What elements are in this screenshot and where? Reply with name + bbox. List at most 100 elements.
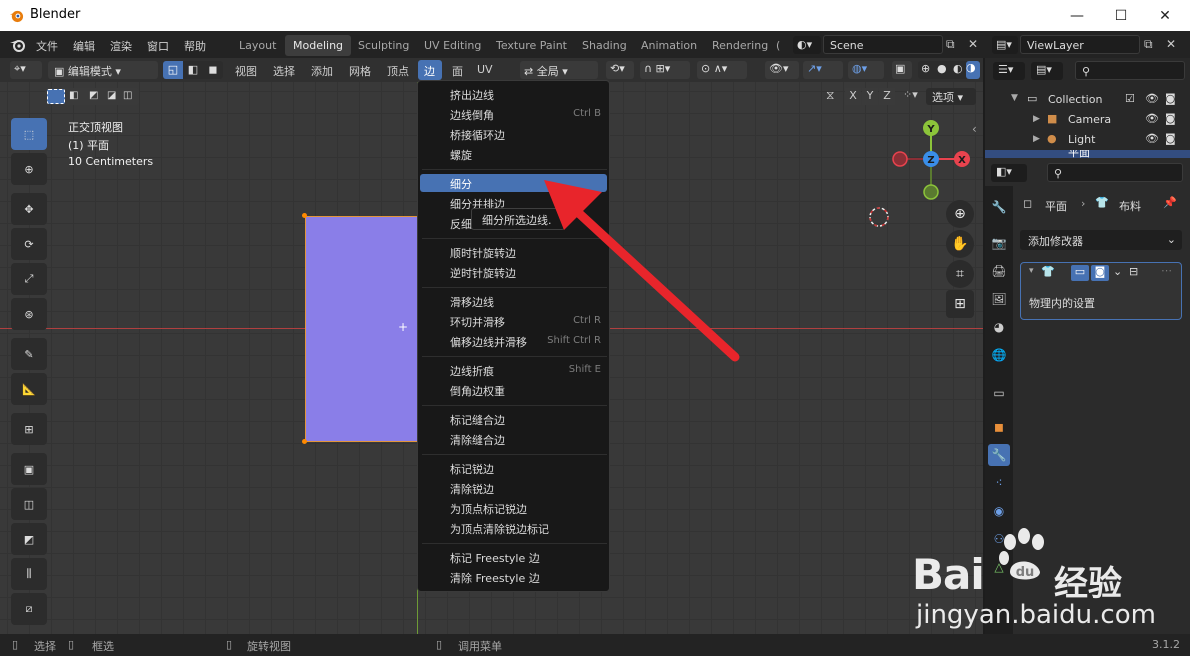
expand-camera-icon[interactable]: ▶ <box>1033 114 1040 124</box>
menu-help[interactable]: 帮助 <box>184 38 206 54</box>
transform-tool-icon[interactable]: ⊛ <box>11 298 47 330</box>
gizmo-toggle-icon[interactable]: ↗▾ <box>803 61 843 79</box>
minimize-button[interactable]: — <box>1054 0 1100 31</box>
render-tab-icon[interactable]: 📷 <box>988 232 1010 254</box>
collection-visibility-icon[interactable]: 👁 <box>1145 92 1159 105</box>
visibility-icon[interactable]: 👁▾ <box>765 61 799 79</box>
select-intersect-icon[interactable]: ◫ <box>123 90 132 101</box>
tab-rendering[interactable]: Rendering <box>704 35 776 56</box>
mesh-vertex[interactable] <box>302 213 307 218</box>
physics-tab-icon[interactable]: ◉ <box>988 500 1010 522</box>
scene-icon[interactable]: ◐▾ <box>793 36 821 54</box>
close-button[interactable]: ✕ <box>1142 0 1188 31</box>
render-toggle-icon[interactable]: ◙ <box>1091 265 1109 281</box>
menu-edit[interactable]: 编辑 <box>73 38 95 54</box>
viewlayer-field[interactable]: ViewLayer <box>1020 35 1140 54</box>
camera-render-icon[interactable]: ◙ <box>1165 112 1176 125</box>
delete-viewlayer-icon[interactable]: ✕ <box>1166 37 1176 51</box>
new-scene-icon[interactable]: ⧉ <box>946 37 955 52</box>
move-tool-icon[interactable]: ✥ <box>11 193 47 225</box>
delete-scene-icon[interactable]: ✕ <box>968 37 978 51</box>
edge-menu-item[interactable]: 清除缝合边 <box>418 432 609 448</box>
object-tab-icon[interactable]: ◼ <box>988 416 1010 438</box>
camera-view-icon[interactable]: ⌗ <box>946 260 974 288</box>
menu-render[interactable]: 渲染 <box>110 38 132 54</box>
xray-icon[interactable]: ▣ <box>892 61 912 79</box>
edge-menu-item[interactable]: 桥接循环边 <box>418 127 609 143</box>
modifier-tab-icon[interactable]: 🔧 <box>988 444 1010 466</box>
display-mode-icon[interactable]: ▤▾ <box>1031 62 1063 80</box>
collection-checkbox-icon[interactable]: ☑ <box>1125 92 1135 105</box>
loop-cut-tool-icon[interactable]: ⫼ <box>11 558 47 590</box>
tab-uv-editing[interactable]: UV Editing <box>416 35 489 56</box>
plane-row-selected[interactable]: 平面 <box>985 150 1190 158</box>
select-difference-icon[interactable]: ◪ <box>107 90 116 101</box>
header-menu-view[interactable]: 视图 <box>235 63 257 79</box>
new-viewlayer-icon[interactable]: ⧉ <box>1144 37 1153 52</box>
cursor-tool-icon[interactable]: ⊕ <box>11 153 47 185</box>
select-extend-icon[interactable]: ◧ <box>69 90 78 101</box>
header-menu-mesh[interactable]: 网格 <box>349 63 371 79</box>
tab-more[interactable]: ( <box>773 35 788 56</box>
edge-menu-item[interactable]: 清除锐边 <box>418 481 609 497</box>
edge-menu-item[interactable]: 为顶点清除锐边标记 <box>418 521 609 537</box>
bevel-tool-icon[interactable]: ◩ <box>11 523 47 555</box>
realtime-toggle-icon[interactable]: ▭ <box>1071 265 1089 281</box>
maximize-button[interactable]: ☐ <box>1098 0 1144 31</box>
material-shading-icon[interactable]: ◐ <box>953 62 963 75</box>
sidebar-toggle-icon[interactable]: ‹ <box>972 122 977 136</box>
properties-editor-icon[interactable]: ◧▾ <box>991 164 1027 182</box>
collapse-icon[interactable]: ▾ <box>1029 266 1034 276</box>
proportional-edit-icon[interactable]: ⊙ ∧▾ <box>697 61 747 79</box>
editor-type-icon[interactable]: ⌖▾ <box>10 61 42 79</box>
tool-tab-icon[interactable]: 🔧 <box>988 196 1010 218</box>
drag-handle-icon[interactable]: ⋯ <box>1161 264 1172 277</box>
edge-menu-item[interactable]: 标记缝合边 <box>418 412 609 428</box>
light-label[interactable]: Light <box>1068 133 1095 146</box>
edge-menu-item[interactable]: 为顶点标记锐边 <box>418 501 609 517</box>
pan-hand-icon[interactable]: ✋ <box>946 230 974 258</box>
edge-menu-item[interactable]: 螺旋 <box>418 147 609 163</box>
ortho-toggle-icon[interactable]: ⊞ <box>946 290 974 318</box>
menu-file[interactable]: 文件 <box>36 38 58 54</box>
selection-mode-buttons[interactable]: ◧ ◩ ◪ ◫ <box>45 88 139 105</box>
select-subtract-icon[interactable]: ◩ <box>89 90 98 101</box>
add-cube-tool-icon[interactable]: ⊞ <box>11 413 47 445</box>
collection-render-icon[interactable]: ◙ <box>1165 92 1176 105</box>
select-new-icon[interactable] <box>47 89 65 104</box>
navigation-gizmo[interactable]: Y Z X <box>888 118 978 204</box>
header-menu-add[interactable]: 添加 <box>311 63 333 79</box>
world-tab-icon[interactable]: 🌐 <box>988 344 1010 366</box>
edge-menu-item[interactable]: 挤出边线 <box>418 87 609 103</box>
mirror-icon[interactable]: ⧖ <box>826 88 834 103</box>
outliner-search[interactable]: ⚲ <box>1075 61 1185 80</box>
blender-menu-icon[interactable] <box>10 38 26 52</box>
tab-texture-paint[interactable]: Texture Paint <box>488 35 575 56</box>
tab-layout[interactable]: Layout <box>231 35 284 56</box>
shading-modes[interactable]: ⊕ ● ◐ ◑ <box>918 61 980 79</box>
edge-select-icon[interactable]: ◧ <box>183 61 203 79</box>
select-mode-buttons[interactable]: ◱ ◧ ◼ <box>163 61 223 79</box>
scale-tool-icon[interactable]: ⤢ <box>11 263 47 295</box>
wireframe-shading-icon[interactable]: ⊕ <box>921 62 930 75</box>
properties-search[interactable]: ⚲ <box>1047 163 1183 182</box>
edge-menu-item[interactable]: 清除 Freestyle 边 <box>418 570 609 586</box>
face-select-icon[interactable]: ◼ <box>203 61 223 79</box>
menu-window[interactable]: 窗口 <box>147 38 169 54</box>
particles-tab-icon[interactable]: ⁖ <box>988 472 1010 494</box>
camera-label[interactable]: Camera <box>1068 113 1111 126</box>
transform-orientation[interactable]: ⇄ 全局 ▾ <box>520 61 598 79</box>
annotate-tool-icon[interactable]: ✎ <box>11 338 47 370</box>
add-modifier-dropdown[interactable]: 添加修改器 ⌄ <box>1020 230 1182 250</box>
vertex-select-icon[interactable]: ◱ <box>163 61 183 79</box>
mesh-vertex[interactable] <box>302 439 307 444</box>
modifier-settings-icon[interactable]: ⊟ <box>1129 265 1138 278</box>
scene-tab-icon[interactable]: ◕ <box>988 316 1010 338</box>
tab-sculpting[interactable]: Sculpting <box>350 35 417 56</box>
header-menu-edge[interactable]: 边 <box>424 63 435 79</box>
edge-menu-item[interactable]: 倒角边权重 <box>418 383 609 399</box>
edge-menu-item[interactable]: 标记锐边 <box>418 461 609 477</box>
edge-menu-item[interactable]: 标记 Freestyle 边 <box>418 550 609 566</box>
topology-icon[interactable]: ⁘▾ <box>903 88 918 101</box>
header-menu-vertex[interactable]: 顶点 <box>387 63 409 79</box>
